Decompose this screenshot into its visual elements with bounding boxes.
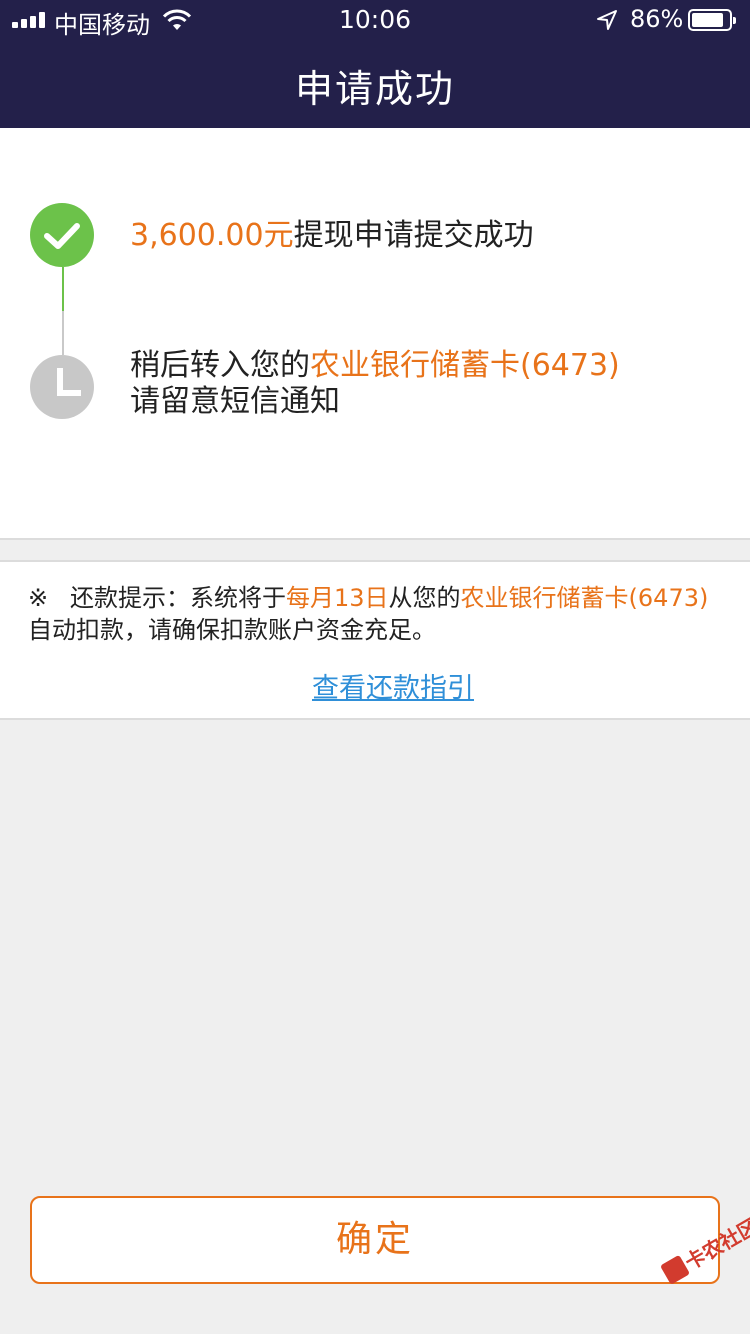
step-transfer-prefix: 稍后转入您的 bbox=[130, 348, 310, 383]
bank-card-label: 农业银行储蓄卡(6473) bbox=[310, 348, 620, 383]
page-title: 申请成功 bbox=[294, 67, 455, 111]
withdraw-amount: 3,600.00元 bbox=[130, 218, 294, 253]
repayment-notice: ※ 还款提示：系统将于每月13日从您的农业银行储蓄卡(6473) 自动扣款，请确保扣… bbox=[28, 582, 718, 646]
notice-suffix: 自动扣款，请确保扣款账户资金充足。 bbox=[28, 616, 436, 644]
repayment-notice-card: ※ 还款提示：系统将于每月13日从您的农业银行储蓄卡(6473) 自动扣款，请确保扣… bbox=[0, 560, 750, 720]
progress-line-pending bbox=[62, 311, 64, 355]
top-bar: 中国移动 10:06 86% 申请成功 bbox=[0, 0, 750, 128]
status-bar: 中国移动 10:06 86% bbox=[0, 0, 750, 40]
result-card: 3,600.00元提现申请提交成功 稍后转入您的农业银行储蓄卡(6473) 请留… bbox=[0, 128, 750, 540]
check-icon bbox=[30, 203, 94, 267]
notice-prefix: 还款提示：系统将于 bbox=[70, 584, 286, 612]
clock-icon bbox=[30, 355, 94, 419]
step-transfer-note: 请留意短信通知 bbox=[130, 384, 340, 419]
location-arrow-icon bbox=[597, 10, 617, 30]
battery-percent: 86% bbox=[630, 5, 684, 33]
notice-middle: 从您的 bbox=[388, 584, 461, 612]
step-submitted-text: 提现申请提交成功 bbox=[293, 218, 534, 253]
watermark-text: 卡农社区 bbox=[680, 1213, 750, 1275]
battery-icon bbox=[688, 9, 736, 31]
confirm-button[interactable]: 确定 bbox=[30, 1196, 720, 1284]
repay-date: 每月13日 bbox=[286, 584, 389, 612]
notice-bank-card: 农业银行储蓄卡(6473) bbox=[460, 584, 709, 612]
repayment-guide-link[interactable]: 查看还款指引 bbox=[0, 666, 750, 705]
step-submitted: 3,600.00元提现申请提交成功 bbox=[130, 216, 534, 256]
notice-mark: ※ bbox=[28, 584, 49, 612]
progress-line-done bbox=[62, 267, 64, 311]
step-transfer: 稍后转入您的农业银行储蓄卡(6473) 请留意短信通知 bbox=[130, 348, 620, 420]
